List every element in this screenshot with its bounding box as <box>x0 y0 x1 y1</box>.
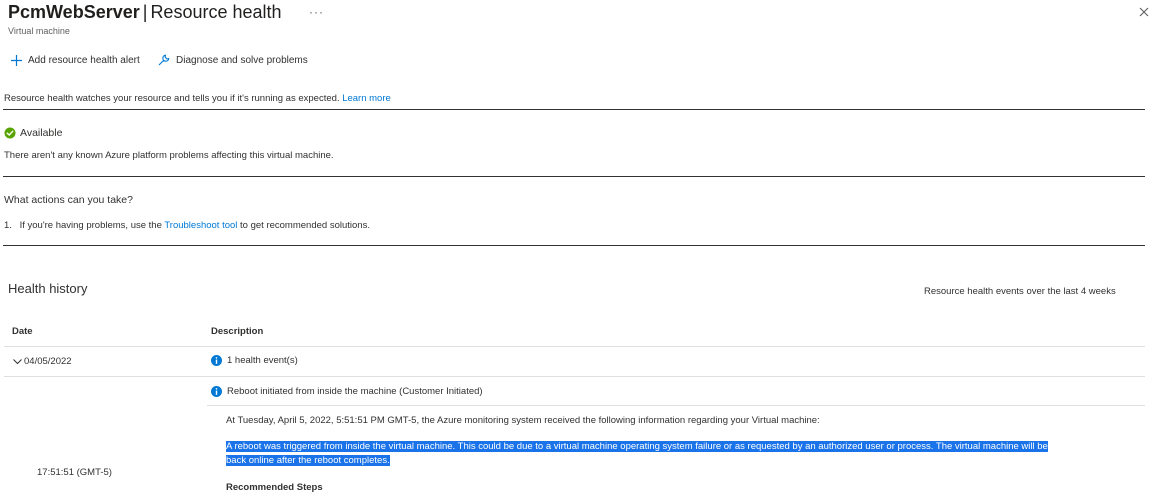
blade-title: Resource health <box>150 2 282 22</box>
event-intro-text: At Tuesday, April 5, 2022, 5:51:51 PM GM… <box>226 415 820 426</box>
divider <box>3 176 1145 177</box>
divider <box>3 109 1145 110</box>
divider <box>3 245 1145 246</box>
learn-more-link[interactable]: Learn more <box>342 93 391 104</box>
history-group-toggle[interactable]: 04/05/2022 <box>12 356 72 367</box>
add-resource-health-alert-button[interactable]: Add resource health alert <box>10 52 140 68</box>
status-label: Available <box>20 127 63 139</box>
chevron-down-icon <box>13 359 22 365</box>
list-number: 1. <box>4 220 12 231</box>
info-icon <box>211 386 222 397</box>
more-options-button[interactable]: ··· <box>309 5 324 19</box>
recommended-steps-heading: Recommended Steps <box>226 482 323 493</box>
group-events-summary: 1 health event(s) <box>211 355 298 366</box>
troubleshoot-tool-link[interactable]: Troubleshoot tool <box>164 220 237 231</box>
event-message-line-1: A reboot was triggered from inside the v… <box>226 441 1048 452</box>
page-title: PcmWebServer | Resource health <box>8 2 282 23</box>
events-count: 1 health event(s) <box>227 355 298 366</box>
intro-description: Resource health watches your resource an… <box>4 93 340 104</box>
group-date: 04/05/2022 <box>24 356 72 367</box>
row-divider <box>207 405 1145 406</box>
actions-list-item: 1. If you're having problems, use the Tr… <box>4 220 370 231</box>
event-title: Reboot initiated from inside the machine… <box>227 386 483 397</box>
resource-type-subtitle: Virtual machine <box>8 26 70 36</box>
actions-heading: What actions can you take? <box>4 194 133 206</box>
event-time: 17:51:51 (GMT-5) <box>37 467 112 478</box>
row-divider <box>4 346 1145 347</box>
diagnose-label: Diagnose and solve problems <box>176 54 308 66</box>
event-message: A reboot was triggered from inside the v… <box>226 440 1131 467</box>
intro-text: Resource health watches your resource an… <box>4 93 391 104</box>
action-text-prefix: If you're having problems, use the <box>19 220 162 231</box>
row-divider <box>4 376 1145 377</box>
column-header-description[interactable]: Description <box>211 326 263 337</box>
add-icon <box>11 54 22 66</box>
close-icon <box>1139 7 1149 17</box>
event-message-line-2: back online after the reboot completes. <box>226 454 390 466</box>
resource-name: PcmWebServer <box>8 2 140 22</box>
event-title-row: Reboot initiated from inside the machine… <box>211 386 483 397</box>
available-check-icon <box>4 127 16 139</box>
action-text-suffix: to get recommended solutions. <box>240 220 370 231</box>
title-separator: | <box>142 2 148 22</box>
health-history-heading: Health history <box>8 281 88 296</box>
add-alert-label: Add resource health alert <box>28 54 140 66</box>
column-header-date[interactable]: Date <box>12 326 33 337</box>
info-icon <box>211 355 222 366</box>
diagnose-and-solve-problems-button[interactable]: Diagnose and solve problems <box>157 52 308 68</box>
wrench-icon <box>158 54 170 66</box>
status-description: There aren't any known Azure platform pr… <box>4 150 334 161</box>
close-button[interactable] <box>1137 5 1151 19</box>
status-row: Available <box>4 127 62 139</box>
history-range-label: Resource health events over the last 4 w… <box>924 286 1116 297</box>
